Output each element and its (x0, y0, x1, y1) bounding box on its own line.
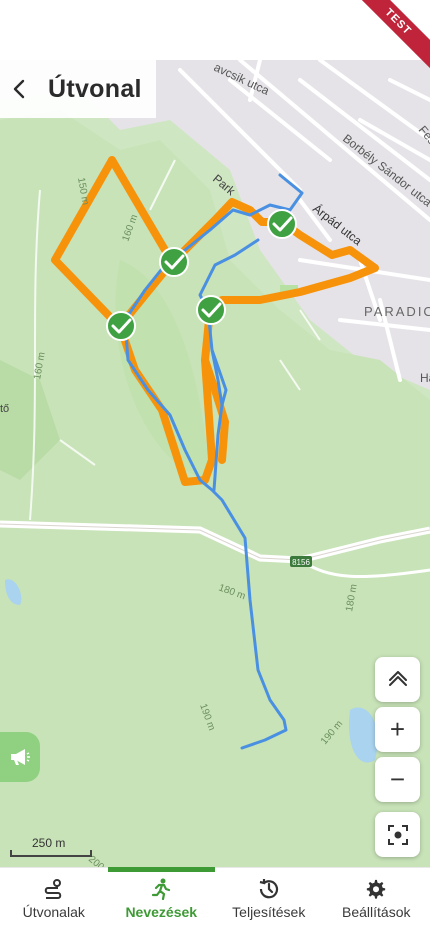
status-bar-area (0, 0, 430, 60)
street-label: Ha (420, 371, 430, 385)
nav-item-completions[interactable]: Teljesítések (215, 868, 323, 933)
history-icon (257, 878, 281, 900)
poi-label: tő (0, 403, 9, 415)
megaphone-icon (9, 747, 31, 767)
map-scale: 250 m (10, 836, 90, 858)
nav-item-settings[interactable]: Beállítások (323, 868, 430, 933)
locate-icon (387, 824, 409, 846)
chevron-left-icon (9, 78, 31, 100)
scale-label: 250 m (32, 836, 65, 850)
nav-label: Nevezések (125, 904, 197, 920)
route-icon (42, 878, 66, 900)
bottom-navigation: Útvonalak Nevezések Teljesítések Beállít… (0, 867, 430, 933)
chevrons-up-icon (387, 671, 409, 689)
gear-icon (364, 878, 388, 900)
checkpoint-marker[interactable] (160, 248, 188, 276)
nav-item-routes[interactable]: Útvonalak (0, 868, 108, 933)
scale-bar (10, 850, 92, 857)
nav-label: Teljesítések (232, 904, 305, 920)
back-button[interactable] (2, 60, 38, 118)
road-badge-label: 8156 (292, 558, 310, 567)
zoom-out-button[interactable]: − (375, 757, 420, 802)
announcement-button[interactable] (0, 732, 40, 782)
map-view[interactable]: avcsik utca Borbély Sándor utca Feszty Á… (0, 60, 430, 867)
checkpoint-marker[interactable] (197, 296, 225, 324)
map-canvas[interactable]: avcsik utca Borbély Sándor utca Feszty Á… (0, 60, 430, 867)
nav-label: Beállítások (342, 904, 410, 920)
checkpoint-marker[interactable] (107, 312, 135, 340)
page-title: Útvonal (48, 75, 142, 104)
district-label: PARADIC (364, 304, 430, 319)
checkpoint-marker[interactable] (268, 210, 296, 238)
nav-item-entries[interactable]: Nevezések (108, 868, 216, 933)
collapse-button[interactable] (375, 657, 420, 702)
locate-button[interactable] (375, 812, 420, 857)
runner-icon (149, 878, 173, 900)
zoom-in-button[interactable]: + (375, 707, 420, 752)
header-bar: Útvonal (0, 60, 156, 118)
nav-label: Útvonalak (23, 904, 85, 920)
